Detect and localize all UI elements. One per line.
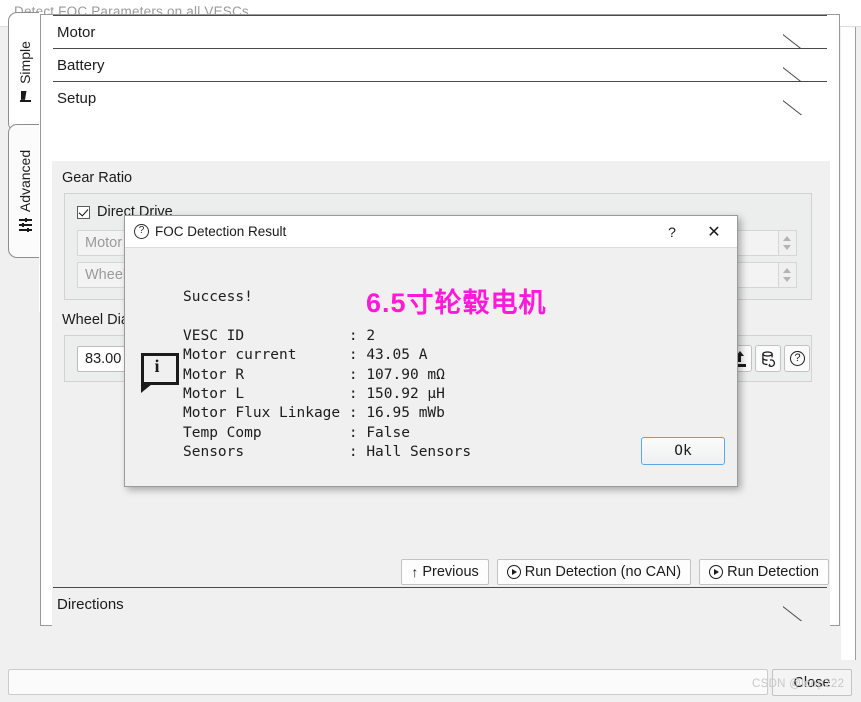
section-header-motor[interactable]: Motor [53, 15, 827, 48]
ok-button[interactable]: Ok [641, 437, 725, 465]
section-header-setup[interactable]: Setup [53, 81, 827, 114]
wizard-actions: ↑ Previous Run Detection (no CAN) Run De… [401, 559, 829, 585]
flag-icon [18, 90, 31, 103]
run-detection-no-can-label: Run Detection (no CAN) [524, 564, 682, 580]
arrow-up-icon: ↑ [411, 564, 419, 580]
previous-button-label: Previous [422, 564, 479, 580]
question-circle-icon: ? [134, 224, 149, 239]
watermark: CSDN @loop222 [752, 678, 845, 690]
tab-advanced[interactable]: Advanced [8, 124, 40, 258]
dialog-title-bar: ? FOC Detection Result ? ✕ [125, 216, 737, 248]
foc-detection-result-dialog: ? FOC Detection Result ? ✕ i Success! VE… [124, 215, 738, 487]
help-icon: ? [790, 351, 805, 366]
motor-spinbox-buttons[interactable] [778, 231, 796, 255]
section-title-setup: Setup [57, 89, 97, 107]
vertical-tab-rail: Simple Advanced [8, 12, 43, 312]
chevron-down-icon[interactable] [783, 277, 791, 282]
section-cut-corner [783, 587, 827, 621]
status-message-field [8, 669, 768, 695]
dialog-title: FOC Detection Result [155, 224, 287, 239]
gear-ratio-label: Gear Ratio [62, 170, 133, 186]
directions-section: Directions [41, 587, 839, 625]
database-refresh-button[interactable] [755, 345, 781, 372]
section-cut-corner [783, 48, 827, 82]
database-refresh-icon [761, 351, 777, 367]
run-detection-label: Run Detection [727, 564, 819, 580]
scroll-divider [855, 27, 856, 660]
chevron-up-icon[interactable] [783, 268, 791, 273]
app-window: Detect FOC Parameters on all VESCs Simpl… [0, 0, 861, 702]
dialog-help-button[interactable]: ? [659, 216, 685, 248]
info-bubble-icon: i [141, 353, 179, 393]
direct-drive-checkbox[interactable] [77, 205, 90, 219]
wheel-spinbox-buttons[interactable] [778, 263, 796, 287]
run-detection-no-can-button[interactable]: Run Detection (no CAN) [496, 559, 692, 585]
run-detection-button[interactable]: Run Detection [699, 559, 829, 585]
section-header-battery[interactable]: Battery [53, 48, 827, 81]
annotation-text: 6.5寸轮毂电机 [366, 288, 547, 318]
chevron-down-icon[interactable] [783, 245, 791, 250]
status-bar: Close [0, 660, 861, 702]
sliders-icon [18, 218, 31, 233]
close-icon[interactable]: ✕ [699, 216, 729, 248]
tab-simple-label: Simple [16, 41, 33, 84]
section-cut-corner [783, 15, 827, 49]
section-title-directions: Directions [57, 595, 124, 613]
tab-advanced-label: Advanced [16, 149, 33, 213]
previous-button[interactable]: ↑ Previous [401, 559, 489, 585]
section-cut-corner [783, 81, 827, 115]
play-icon [709, 565, 724, 579]
scroll-track[interactable] [841, 27, 855, 660]
section-title-motor: Motor [57, 23, 96, 41]
section-header-directions[interactable]: Directions [53, 587, 827, 620]
help-button[interactable]: ? [784, 345, 810, 372]
tab-simple[interactable]: Simple [8, 12, 40, 132]
section-title-battery: Battery [57, 56, 105, 74]
chevron-up-icon[interactable] [783, 236, 791, 241]
play-icon [506, 565, 521, 579]
